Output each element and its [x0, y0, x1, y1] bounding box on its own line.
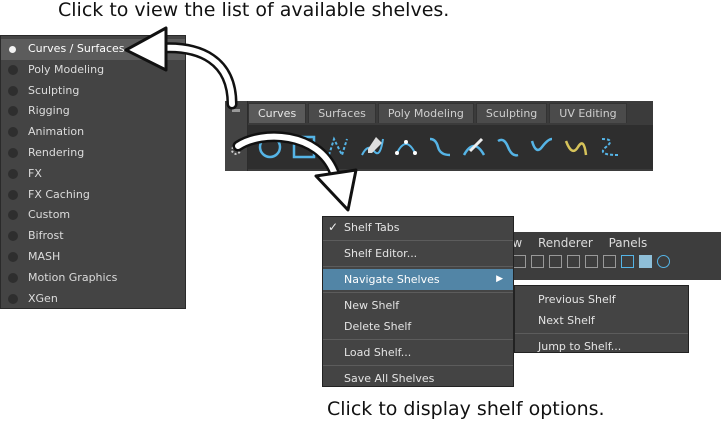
arrow-to-shelf-options-icon	[232, 131, 358, 212]
callout-arrows	[124, 26, 358, 212]
arrow-to-shelf-list-icon	[124, 26, 238, 110]
